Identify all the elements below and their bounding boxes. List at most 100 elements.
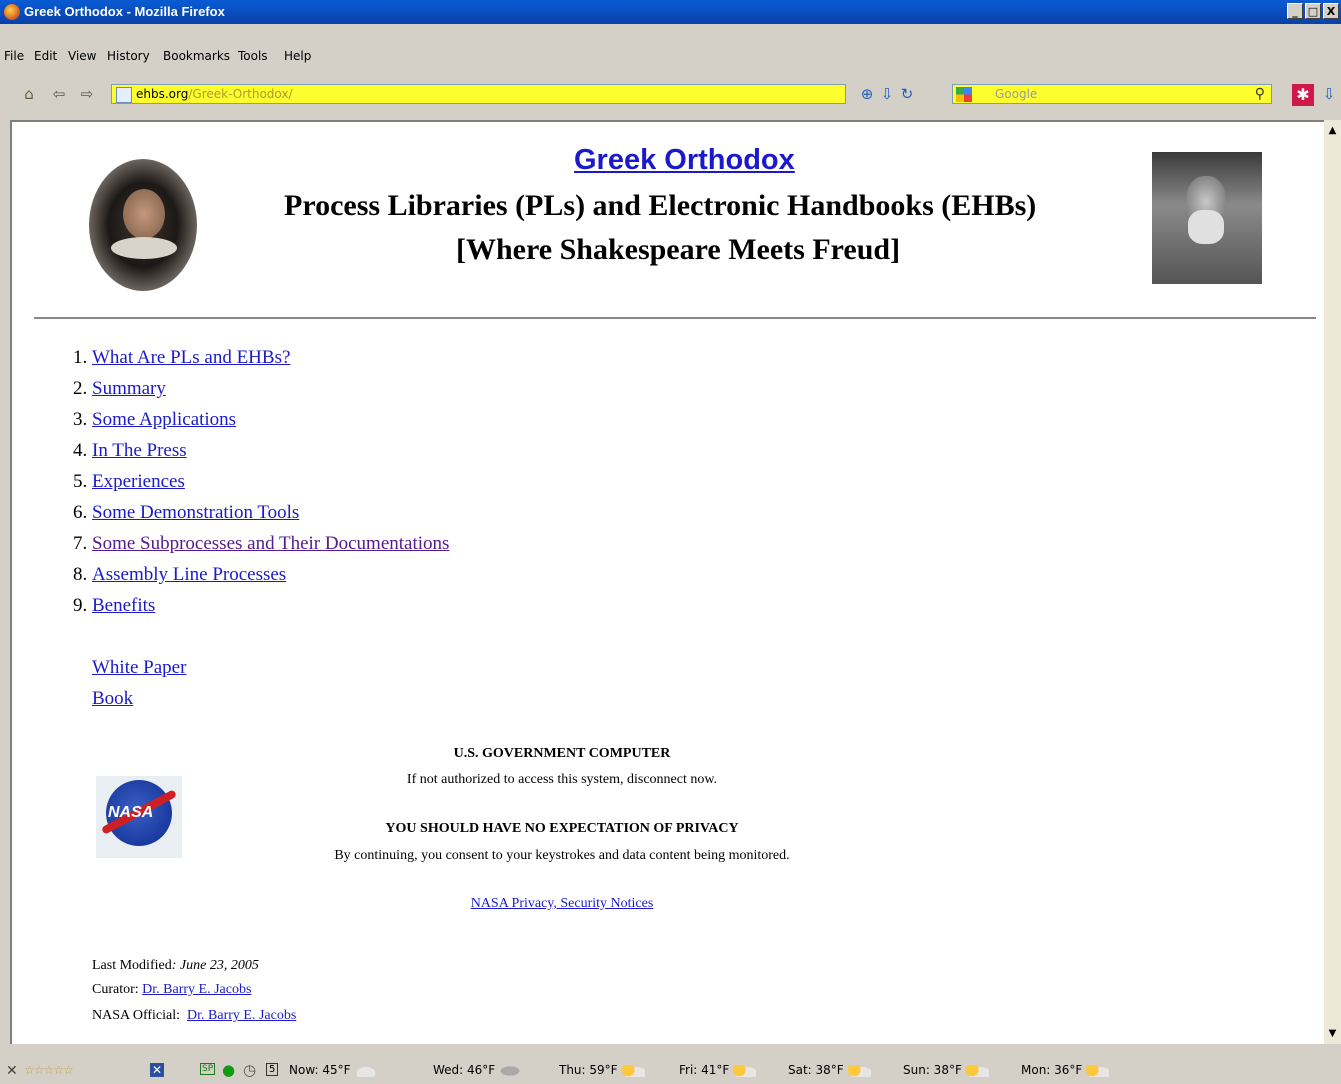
partly-sunny-icon: [620, 1064, 645, 1077]
menu-bookmarks[interactable]: Bookmarks: [163, 49, 230, 63]
divider: [34, 317, 1316, 319]
page-subtitle-2: [Where Shakespeare Meets Freud]: [456, 233, 901, 266]
download-arrow-icon[interactable]: ⇩: [878, 86, 896, 102]
curator-label: Curator:: [92, 982, 139, 997]
toc-item: Some Subprocesses and Their Documentatio…: [92, 532, 449, 563]
partly-sunny-icon: [964, 1064, 989, 1077]
curator-link[interactable]: Dr. Barry E. Jacobs: [142, 982, 251, 997]
last-modified: Last Modified: June 23, 2005: [92, 958, 259, 973]
weather-fri[interactable]: Fri: 41°F: [679, 1063, 757, 1077]
toolbar-x-icon[interactable]: ✕: [150, 1063, 165, 1077]
privacy-row: NASA Privacy, Security Notices: [12, 896, 1112, 912]
weather-mon[interactable]: Mon: 36°F: [1021, 1063, 1110, 1077]
url-bar[interactable]: ehbs.org/Greek-Orthodox/: [111, 84, 846, 104]
toc-item: Experiences: [92, 470, 449, 501]
close-icon[interactable]: ✕: [6, 1063, 18, 1079]
toc-link-assembly-line[interactable]: Assembly Line Processes: [92, 564, 286, 585]
toc-link-summary[interactable]: Summary: [92, 378, 166, 399]
notice-line-1: If not authorized to access this system,…: [406, 772, 718, 787]
weather-sat-label: Sat: 38°F: [788, 1063, 844, 1077]
official-link[interactable]: Dr. Barry E. Jacobs: [187, 1008, 296, 1023]
maximize-button[interactable]: □: [1305, 3, 1321, 19]
book-link[interactable]: Book: [92, 688, 133, 709]
search-placeholder: Google: [995, 87, 1038, 101]
portrait-face: [123, 189, 165, 239]
addon-asterisk-icon[interactable]: ✱: [1292, 84, 1314, 106]
status-bar: ✕ ☆☆☆☆☆ ✕ SP ● ◷ 5 Now: 45°F Wed: 46°F T…: [0, 1058, 1341, 1084]
search-icon[interactable]: ⚲: [1255, 86, 1265, 102]
clock-icon[interactable]: ◷: [243, 1061, 256, 1079]
weather-fri-label: Fri: 41°F: [679, 1063, 730, 1077]
google-icon: [956, 87, 972, 102]
addon-arrow-icon[interactable]: ⇩: [1322, 86, 1336, 102]
scroll-down-icon[interactable]: ▼: [1326, 1027, 1339, 1040]
go-plus-icon[interactable]: ⊕: [858, 86, 876, 102]
menu-tools[interactable]: Tools: [238, 49, 268, 63]
page-title-link[interactable]: Greek Orthodox: [574, 144, 795, 177]
url-path: /Greek-Orthodox/: [188, 87, 293, 101]
partly-sunny-icon: [846, 1064, 871, 1077]
curator: Curator: Dr. Barry E. Jacobs: [92, 982, 251, 998]
portrait-beard: [1188, 210, 1224, 244]
scroll-up-icon[interactable]: ▲: [1326, 124, 1339, 137]
weather-mon-label: Mon: 36°F: [1021, 1063, 1083, 1077]
notice-line-2: By continuing, you consent to your keyst…: [334, 848, 790, 863]
rating-stars-icon[interactable]: ☆☆☆☆☆: [24, 1063, 74, 1077]
menu-history[interactable]: History: [107, 49, 150, 63]
toc-link-subprocesses[interactable]: Some Subprocesses and Their Documentatio…: [92, 533, 449, 554]
last-modified-label: Last Modified: [92, 958, 172, 973]
window-title: Greek Orthodox - Mozilla Firefox: [24, 4, 225, 19]
weather-now[interactable]: Now: 45°F: [289, 1063, 378, 1077]
toc-link-applications[interactable]: Some Applications: [92, 409, 236, 430]
green-status-icon[interactable]: ●: [222, 1061, 235, 1079]
toc-item: Benefits: [92, 594, 449, 625]
menu-view[interactable]: View: [68, 49, 96, 63]
last-modified-date: June 23, 2005: [179, 958, 259, 973]
forward-icon[interactable]: ⇨: [78, 86, 96, 102]
calendar-icon[interactable]: 5: [266, 1063, 279, 1076]
freud-portrait: [1152, 152, 1262, 284]
weather-wed[interactable]: Wed: 46°F: [433, 1063, 523, 1077]
nasa-official: NASA Official: Dr. Barry E. Jacobs: [92, 1008, 296, 1024]
toc-link-experiences[interactable]: Experiences: [92, 471, 185, 492]
back-icon[interactable]: ⇦: [50, 86, 68, 102]
nasa-privacy-link[interactable]: NASA Privacy, Security Notices: [471, 896, 654, 911]
toc-link-demo-tools[interactable]: Some Demonstration Tools: [92, 502, 299, 523]
home-icon[interactable]: ⌂: [20, 86, 38, 102]
partly-sunny-icon: [732, 1064, 757, 1077]
weather-sat[interactable]: Sat: 38°F: [788, 1063, 871, 1077]
toc-item: Assembly Line Processes: [92, 563, 449, 594]
toc-link-benefits[interactable]: Benefits: [92, 595, 155, 616]
notice-heading-1: U.S. GOVERNMENT COMPUTER: [453, 746, 671, 761]
sp-badge[interactable]: SP: [200, 1063, 216, 1075]
white-paper-link[interactable]: White Paper: [92, 657, 186, 678]
page-content: Greek Orthodox Process Libraries (PLs) a…: [10, 120, 1324, 1044]
url-domain: ehbs.org: [136, 87, 189, 101]
toc-link-what-are-pls[interactable]: What Are PLs and EHBs?: [92, 347, 290, 368]
weather-thu[interactable]: Thu: 59°F: [559, 1063, 645, 1077]
toc-item: Summary: [92, 377, 449, 408]
toc-item: What Are PLs and EHBs?: [92, 346, 449, 377]
menu-file[interactable]: File: [4, 49, 24, 63]
extra-link-row: White Paper: [92, 657, 186, 679]
firefox-icon: [4, 4, 20, 20]
menu-edit[interactable]: Edit: [34, 49, 57, 63]
close-button[interactable]: X: [1323, 3, 1339, 19]
window-titlebar: Greek Orthodox - Mozilla Firefox _ □ X: [0, 0, 1341, 24]
weather-sun-label: Sun: 38°F: [903, 1063, 962, 1077]
nasa-logo: NASA: [96, 776, 182, 858]
partly-sunny-icon: [1085, 1064, 1110, 1077]
toc-link-press[interactable]: In The Press: [92, 440, 187, 461]
weather-sun[interactable]: Sun: 38°F: [903, 1063, 989, 1077]
reload-icon[interactable]: ↻: [898, 86, 916, 102]
weather-thu-label: Thu: 59°F: [559, 1063, 618, 1077]
site-favicon-icon: [116, 87, 132, 103]
shakespeare-portrait: [89, 159, 197, 291]
minimize-button[interactable]: _: [1287, 3, 1303, 19]
weather-wed-label: Wed: 46°F: [433, 1063, 496, 1077]
search-box[interactable]: Google ⚲: [952, 84, 1272, 104]
toc-item: Some Applications: [92, 408, 449, 439]
vertical-scrollbar[interactable]: ▲ ▼: [1324, 120, 1341, 1044]
menu-help[interactable]: Help: [284, 49, 311, 63]
cloud-icon: [353, 1064, 378, 1077]
